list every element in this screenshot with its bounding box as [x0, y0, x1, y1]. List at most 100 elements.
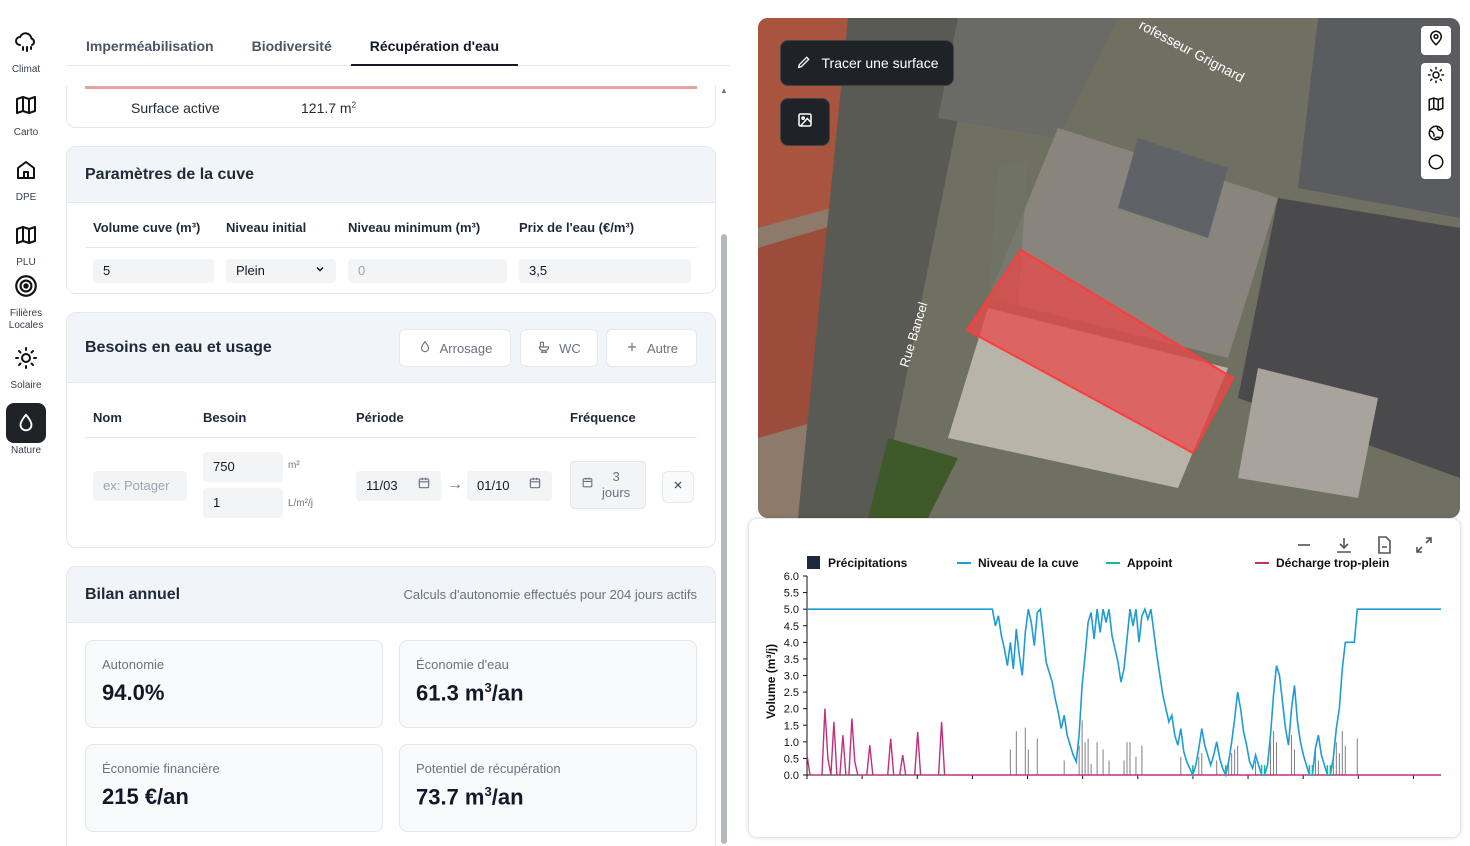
col-prix: Prix de l'eau (€/m³) [519, 220, 635, 235]
scroll-panel: Surface active 121.7 m2 Paramètres de la… [66, 86, 716, 846]
globe-icon [1427, 124, 1445, 147]
y-tick-label: 2.5 [784, 687, 799, 699]
col-niveau: Niveau initial [226, 220, 307, 235]
rail-item-carto[interactable]: Carto [0, 85, 52, 139]
globe-layer-button[interactable] [1421, 121, 1451, 150]
y-tick-label: 0.0 [784, 770, 799, 782]
arrosage-button[interactable]: Arrosage [399, 329, 511, 367]
stat-economie-financiere: Économie financière 215 €/an [85, 744, 383, 832]
cuve-title: Paramètres de la cuve [85, 165, 254, 183]
tab-biodiversite[interactable]: Biodiversité [233, 26, 351, 66]
date-start-input[interactable]: 11/03 [356, 471, 441, 501]
map-toolbar [1421, 26, 1451, 179]
cuve-card: Paramètres de la cuve Volume cuve (m³) N… [66, 146, 716, 294]
house-icon [6, 150, 46, 190]
download-icon[interactable] [1337, 538, 1351, 553]
delete-row-button[interactable] [662, 471, 694, 503]
app: Climat Carto DPE PLU Filières Locales So… [0, 0, 1470, 846]
col-nom: Nom [93, 410, 122, 425]
volume-input[interactable]: 5 [93, 259, 214, 283]
map-layer-button[interactable] [1421, 92, 1451, 121]
cloud-rain-icon [6, 22, 46, 62]
calendar-icon [417, 474, 431, 498]
stat-value: 215 €/an [102, 784, 189, 809]
dose-unit: L/m²/j [288, 498, 313, 509]
scroll-up-arrow[interactable]: ▲ [720, 86, 728, 96]
rail-item-dpe[interactable]: DPE [0, 150, 52, 204]
sun-icon [6, 338, 46, 378]
image-layer-button[interactable] [780, 98, 830, 146]
image-icon [796, 111, 814, 134]
prix-input[interactable]: 3,5 [519, 259, 691, 283]
rail-item-nature[interactable]: Nature [0, 403, 52, 457]
rail-item-climat[interactable]: Climat [0, 22, 52, 76]
stat-label: Potentiel de récupération [416, 761, 561, 776]
chevron-down-icon [314, 259, 326, 283]
bilan-subtitle: Calculs d'autonomie effectués pour 204 j… [403, 587, 697, 602]
wc-button[interactable]: WC [520, 329, 598, 367]
niveau-select[interactable]: Plein [226, 259, 336, 283]
satellite-map[interactable]: Rue Bancel rofesseur Grignard Tracer une… [758, 18, 1460, 518]
circle-layer-button[interactable] [1421, 150, 1451, 179]
y-tick-label: 1.0 [784, 737, 799, 749]
file-export-icon[interactable] [1378, 536, 1391, 554]
col-besoin: Besoin [203, 410, 247, 425]
calendar-icon [581, 473, 594, 497]
y-tick-label: 5.0 [784, 604, 799, 616]
legend-label: Décharge trop-plein [1276, 556, 1389, 570]
nom-input[interactable]: ex: Potager [93, 471, 187, 501]
map-icon [6, 215, 46, 255]
y-tick-label: 3.5 [784, 654, 799, 666]
panel-scrollbar[interactable]: ▲ [720, 86, 728, 846]
droplet-icon [418, 340, 432, 357]
min-input[interactable]: 0 [348, 259, 507, 283]
sun-icon [1427, 66, 1445, 89]
left-rail: Climat Carto DPE PLU Filières Locales So… [0, 0, 52, 846]
stat-label: Autonomie [102, 657, 165, 672]
sun-layer-button[interactable] [1421, 63, 1451, 92]
fullscreen-icon[interactable] [1416, 537, 1432, 553]
rail-item-solaire[interactable]: Solaire [0, 338, 52, 392]
rail-item-plu[interactable]: PLU [0, 215, 52, 269]
date-end-value: 01/10 [477, 478, 510, 493]
rail-label: Nature [10, 445, 41, 456]
map-icon [6, 85, 46, 125]
rail-label: DPE [15, 192, 37, 203]
date-start-value: 11/03 [366, 478, 398, 493]
scroll-thumb[interactable] [721, 234, 727, 844]
rail-label: Solaire [10, 380, 42, 391]
y-tick-label: 3.0 [784, 671, 799, 683]
rail-label: Filières Locales [8, 308, 44, 331]
surface-besoin-input[interactable]: 750 [203, 452, 283, 482]
chart-card: 0.0 0.5 1.0 1.5 2.0 2.5 3.0 3.5 4.0 4.5 5.0 5.5 6.0 V… [749, 519, 1460, 837]
cuve-header: Paramètres de la cuve [67, 147, 715, 203]
dose-input[interactable]: 1 [203, 488, 283, 518]
stat-value: 73.7 m3/an [416, 784, 524, 810]
surface-card: Surface active 121.7 m2 [66, 86, 716, 128]
legend-swatch [807, 556, 820, 569]
surface-divider [85, 86, 697, 89]
tab-impermeabilisation[interactable]: Imperméabilisation [67, 26, 233, 66]
frequence-picker[interactable]: 3 jours [570, 461, 646, 509]
date-end-input[interactable]: 01/10 [467, 471, 552, 501]
rail-label: Carto [13, 127, 39, 138]
circle-icon [1427, 153, 1445, 176]
rail-item-filieres[interactable]: Filières Locales [0, 266, 52, 332]
autre-label: Autre [646, 340, 679, 356]
autre-button[interactable]: Autre [606, 329, 697, 367]
stat-label: Économie d'eau [416, 657, 509, 672]
trace-surface-button[interactable]: Tracer une surface [780, 40, 954, 86]
location-pin-button[interactable] [1421, 26, 1451, 55]
y-tick-label: 4.0 [784, 637, 799, 649]
frequence-number: 3 [612, 469, 620, 484]
pencil-icon [796, 54, 812, 73]
stat-value: 61.3 m3/an [416, 680, 524, 706]
location-pin-icon [1427, 29, 1445, 52]
tab-recuperation-eau[interactable]: Récupération d'eau [350, 26, 519, 66]
droplet-icon [6, 403, 46, 443]
bilan-title: Bilan annuel [85, 585, 181, 603]
col-volume: Volume cuve (m³) [93, 220, 201, 235]
frequence-value: 3 jours [602, 469, 630, 501]
map-icon [1427, 95, 1445, 118]
wc-label: WC [559, 340, 581, 356]
